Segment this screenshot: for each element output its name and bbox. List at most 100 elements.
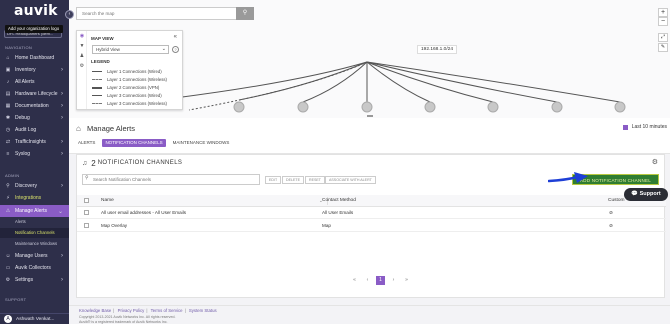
last-page-button[interactable]: » <box>402 276 411 285</box>
bell-icon: ♪ <box>6 79 10 85</box>
network-node-label[interactable]: 192.168.1.0/24 <box>417 45 458 54</box>
filter-icon[interactable]: ▼ <box>77 41 87 51</box>
map-node[interactable] <box>424 101 436 113</box>
help-icon[interactable]: ? <box>172 46 179 53</box>
document-icon: ▦ <box>5 103 11 109</box>
users-icon: ☺ <box>5 253 11 259</box>
sidebar-item-auvik-collectors[interactable]: ▭ Auvik Collectors <box>0 262 69 274</box>
logo[interactable]: auvik <box>8 3 60 23</box>
edit-icon[interactable]: ✎ <box>658 43 668 52</box>
double-chevron-left-icon[interactable]: « <box>174 34 177 40</box>
alert-settings-icon: ⌂ <box>76 124 81 133</box>
map-node[interactable] <box>551 101 563 113</box>
map-node[interactable] <box>614 101 626 113</box>
table-row[interactable]: Map Overlay Map ⊘ <box>77 220 666 232</box>
associate-with-alert-button[interactable]: ASSOCIATE WITH ALERT <box>325 176 376 184</box>
legend-label: Layer 1 Connections (Wireless) <box>107 77 167 82</box>
sidebar-item-trafficinsights[interactable]: ⇄ TrafficInsights › <box>0 136 69 148</box>
sidebar-item-manage-users[interactable]: ☺ Manage Users › <box>0 250 69 262</box>
tab-alerts[interactable]: ALERTS <box>75 139 98 147</box>
expand-icon[interactable]: ⤢ <box>658 33 668 42</box>
channel-search-input[interactable] <box>82 174 260 185</box>
sidebar-item-discovery[interactable]: ⚲ Discovery › <box>0 180 69 192</box>
column-header-contact-method[interactable]: Contact Method <box>322 195 356 207</box>
current-page[interactable]: 1 <box>376 276 385 285</box>
support-section-label: SUPPORT <box>5 297 27 302</box>
map-view-select[interactable]: Hybrid View ⌄ <box>92 45 169 54</box>
tab-maintenance-windows[interactable]: MAINTENANCE WINDOWS <box>170 139 233 147</box>
edit-button[interactable]: EDIT <box>265 176 282 184</box>
sidebar-item-all-alerts[interactable]: ♪ All Alerts <box>0 76 69 88</box>
logo-tooltip: Add your organization logo <box>5 25 63 33</box>
footer-link-terms-of-service[interactable]: Terms of Service <box>151 308 183 313</box>
channel-name: All user email addresses - All User Emai… <box>101 210 187 215</box>
sidebar-item-audit-log[interactable]: ◷ Audit Log <box>0 124 69 136</box>
time-range-selector[interactable]: Last 10 minutes <box>622 124 667 130</box>
sidebar-subitem-alerts[interactable]: Alerts <box>0 217 69 227</box>
footer-link-system-status[interactable]: System Status <box>189 308 217 313</box>
chevron-right-icon: › <box>61 277 63 283</box>
zoom-in-button[interactable]: + <box>658 8 668 17</box>
footer-link-knowledge-base[interactable]: Knowledge Base <box>79 308 111 313</box>
support-button-label: Support <box>639 191 661 197</box>
search-icon[interactable]: ⚲ <box>236 7 254 20</box>
map-node[interactable] <box>487 101 499 113</box>
zoom-out-button[interactable]: − <box>658 17 668 26</box>
prev-page-button[interactable]: ‹ <box>363 276 372 285</box>
map-node[interactable] <box>297 101 309 113</box>
map-node[interactable] <box>233 101 245 113</box>
sidebar-item-documentation[interactable]: ▦ Documentation › <box>0 100 69 112</box>
sidebar-subitem-maintenance-windows[interactable]: Maintenance Windows <box>0 239 69 249</box>
legend-item: Layer 3 Connections (Wired) <box>92 92 182 99</box>
column-header-custom[interactable]: Custom <box>608 195 625 207</box>
next-page-button[interactable]: › <box>389 276 398 285</box>
row-checkbox[interactable] <box>84 223 89 228</box>
select-all-checkbox[interactable] <box>84 198 89 203</box>
card-title: NOTIFICATION CHANNELS <box>97 160 183 166</box>
sidebar-item-syslog[interactable]: ≡ Syslog › <box>0 148 69 160</box>
avatar: A <box>4 315 12 323</box>
sidebar-item-inventory[interactable]: ▣ Inventory › <box>0 64 69 76</box>
traffic-icon: ⇄ <box>5 139 11 145</box>
sidebar-subitem-notification-channels[interactable]: Notification Channels <box>0 228 69 238</box>
server-icon: ▤ <box>5 91 11 97</box>
row-checkbox[interactable] <box>84 210 89 215</box>
map-resize-handle[interactable] <box>367 115 373 117</box>
map-view-panel: ◉ ▼ ♟ ⚙ MAP VIEW « Hybrid View ⌄ ? LEGEN… <box>76 30 183 110</box>
map-node[interactable] <box>361 101 373 113</box>
time-range-label: Last 10 minutes <box>631 124 667 130</box>
sidebar-collapse-button[interactable]: ‹ <box>65 10 74 19</box>
layers-icon[interactable]: ◉ <box>77 31 87 41</box>
user-menu[interactable]: A Ashwath Venkat... <box>0 313 69 324</box>
reset-button[interactable]: RESET <box>305 176 325 184</box>
sidebar-item-label: Home Dashboard <box>15 55 55 61</box>
network-map[interactable]: ⚲ 192.168.1.0/24 ◉ ▼ ♟ ⚙ MAP VIEW « Hybr… <box>69 0 670 118</box>
person-icon[interactable]: ♟ <box>77 51 87 61</box>
sidebar-item-manage-alerts[interactable]: ⚠ Manage Alerts ⌄ <box>0 205 69 217</box>
manage-alerts-header: ⌂ Manage Alerts Last 10 minutes ALERTS N… <box>69 118 670 154</box>
sidebar-item-debug[interactable]: ✱ Debug › <box>0 112 69 124</box>
footer-link-privacy-policy[interactable]: Privacy Policy <box>118 308 145 313</box>
map-search-input[interactable] <box>76 7 236 20</box>
app-root: auvik Add your organization logo DFL Hea… <box>0 0 670 324</box>
sidebar-item-label: Settings <box>15 277 34 283</box>
sidebar-item-integrations[interactable]: ⚡ Integrations <box>0 192 69 204</box>
logo-text: auvik <box>14 3 58 19</box>
legend-item: Layer 3 Connections (Wireless) <box>92 100 182 107</box>
support-button[interactable]: 💬 Support <box>624 188 668 201</box>
column-header-name[interactable]: Name <box>101 195 114 207</box>
delete-button[interactable]: DELETE <box>282 176 304 184</box>
sidebar-item-label: Syslog <box>15 151 31 157</box>
chevron-right-icon: › <box>61 67 63 73</box>
sidebar-item-label: Manage Users <box>15 253 48 259</box>
sidebar-item-hardware-lifecycle[interactable]: ▤ Hardware Lifecycle › <box>0 88 69 100</box>
settings-icon[interactable]: ⚙ <box>77 61 87 71</box>
table-row[interactable]: All user email addresses - All User Emai… <box>77 207 666 219</box>
sidebar-item-home-dashboard[interactable]: ⌂ Home Dashboard <box>0 52 69 64</box>
channel-name: Map Overlay <box>101 223 128 228</box>
legend-label: Layer 2 Connections (VPN) <box>107 85 160 90</box>
sidebar-item-settings[interactable]: ⚙ Settings › <box>0 274 69 286</box>
first-page-button[interactable]: « <box>350 276 359 285</box>
gear-icon[interactable]: ⚙ <box>652 158 658 166</box>
tab-notification-channels[interactable]: NOTIFICATION CHANNELS <box>102 139 166 147</box>
